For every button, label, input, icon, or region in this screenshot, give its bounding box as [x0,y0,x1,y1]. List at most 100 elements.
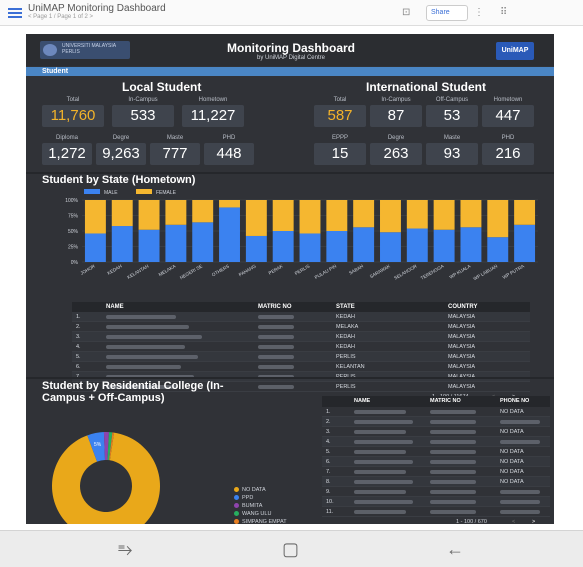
table-row[interactable]: 11. [322,507,550,517]
stat-card: Total 11,760 [42,96,104,127]
bar-female[interactable] [514,200,536,225]
bar-female[interactable] [299,200,321,234]
bar-male[interactable] [111,226,133,262]
table-row[interactable]: 8. NO DATA [322,477,550,487]
bar-female[interactable] [353,200,375,228]
redacted-matric [430,459,476,465]
bar-male[interactable] [138,229,160,262]
table-row[interactable]: 5. NO DATA [322,447,550,457]
table-row[interactable]: 2. MELAKA MALAYSIA [72,322,530,332]
recents-icon[interactable]: ⥱ [118,539,132,560]
table-row[interactable]: 7. NO DATA [322,467,550,477]
unimap-logo: UniMAP [496,42,534,60]
bar-male[interactable] [514,224,536,262]
local-student-title: Local Student [122,80,202,94]
stat-value: 9,263 [96,143,146,165]
bar-female[interactable] [326,200,348,231]
bar-male[interactable] [326,231,348,262]
x-tick-label: KEDAH [107,264,123,276]
bar-male[interactable] [406,228,428,262]
phone-cell: NO DATA [500,479,524,485]
table-row[interactable]: 9. [322,487,550,497]
bar-female[interactable] [219,200,240,208]
bar-male[interactable] [433,229,455,262]
bar-female[interactable] [460,200,482,228]
university-logo: UNIVERSITI MALAYSIA PERLIS [40,41,130,59]
redacted-matric [258,344,294,350]
more-icon[interactable]: ⋮ [474,7,484,18]
legend-label: NO DATA [242,487,266,493]
redacted-block [500,489,540,494]
bar-female[interactable] [380,200,401,233]
table-row[interactable]: 4. KEDAH MALAYSIA [72,342,530,352]
stat-value: 533 [112,105,174,127]
app-bar: UniMAP Monitoring Dashboard < Page 1 / P… [0,0,583,26]
table-row[interactable]: 1. NO DATA [322,407,550,417]
redacted-matric [430,499,476,505]
bar-female[interactable] [138,200,160,230]
next-page-icon[interactable]: > [532,519,535,524]
redacted-name [354,439,413,445]
bar-female[interactable] [245,200,267,236]
bar-male[interactable] [272,231,294,262]
grid-icon[interactable]: ⊡ [402,7,410,18]
stat-value: 448 [204,143,254,165]
redacted-block [354,419,413,424]
row-number: 1. [326,409,331,415]
bar-male[interactable] [192,222,214,262]
redacted-block [258,384,294,389]
x-tick-label: NEGERI SE [179,264,203,281]
column-header[interactable]: NAME [354,398,370,404]
bar-male[interactable] [299,233,321,262]
column-header[interactable]: MATRIC NO [430,398,461,404]
bar-male[interactable] [165,224,187,262]
table-row[interactable]: 3. KEDAH MALAYSIA [72,332,530,342]
table-row[interactable]: 5. PERLIS MALAYSIA [72,352,530,362]
table-row[interactable]: 10. [322,497,550,507]
table-row[interactable]: 2. [322,417,550,427]
bar-female[interactable] [487,200,509,238]
country-cell: MALAYSIA [448,364,476,370]
table-row[interactable]: 3. NO DATA [322,427,550,437]
stat-card: PHD 216 [482,134,534,165]
divider [26,377,554,379]
bar-female[interactable] [192,200,214,223]
row-number: 10. [326,499,334,505]
bar-male[interactable] [353,227,375,262]
stat-card: Diploma 1,272 [42,134,92,165]
prev-page-icon[interactable]: < [512,519,515,524]
bar-male[interactable] [219,207,240,262]
table-row[interactable]: 1. KEDAH MALAYSIA [72,312,530,322]
back-icon[interactable]: ← [446,539,464,560]
bar-female[interactable] [272,200,294,231]
table-row[interactable]: 6. NO DATA [322,457,550,467]
bar-female[interactable] [165,200,187,225]
column-header[interactable]: STATE [336,304,355,310]
share-button[interactable]: Share [426,5,468,21]
apps-icon[interactable]: ⠿ [500,7,507,18]
stat-label: PHD [222,135,236,141]
bar-female[interactable] [84,200,106,234]
row-number: 6. [76,364,81,370]
bar-male[interactable] [460,227,482,262]
hamburger-menu-icon[interactable] [8,8,22,18]
home-icon[interactable]: ▢ [282,539,299,560]
bar-male[interactable] [84,233,106,262]
bar-male[interactable] [487,237,509,262]
bar-male[interactable] [380,232,401,262]
redacted-matric [430,429,476,435]
legend-swatch [84,189,100,194]
column-header[interactable]: MATRIC NO [258,304,292,310]
page-indicator[interactable]: < Page 1 / Page 1 of 2 > [28,14,93,20]
column-header[interactable]: COUNTRY [448,304,477,310]
table-row[interactable]: 4. [322,437,550,447]
bar-male[interactable] [245,235,267,262]
redacted-matric [430,489,476,495]
bar-female[interactable] [111,200,133,227]
column-header[interactable]: PHONE NO [500,398,529,404]
column-header[interactable]: NAME [106,304,124,310]
bar-female[interactable] [406,200,428,229]
table-row[interactable]: 6. KELANTAN MALAYSIA [72,362,530,372]
bar-female[interactable] [433,200,455,230]
y-tick-label: 100% [65,198,78,204]
